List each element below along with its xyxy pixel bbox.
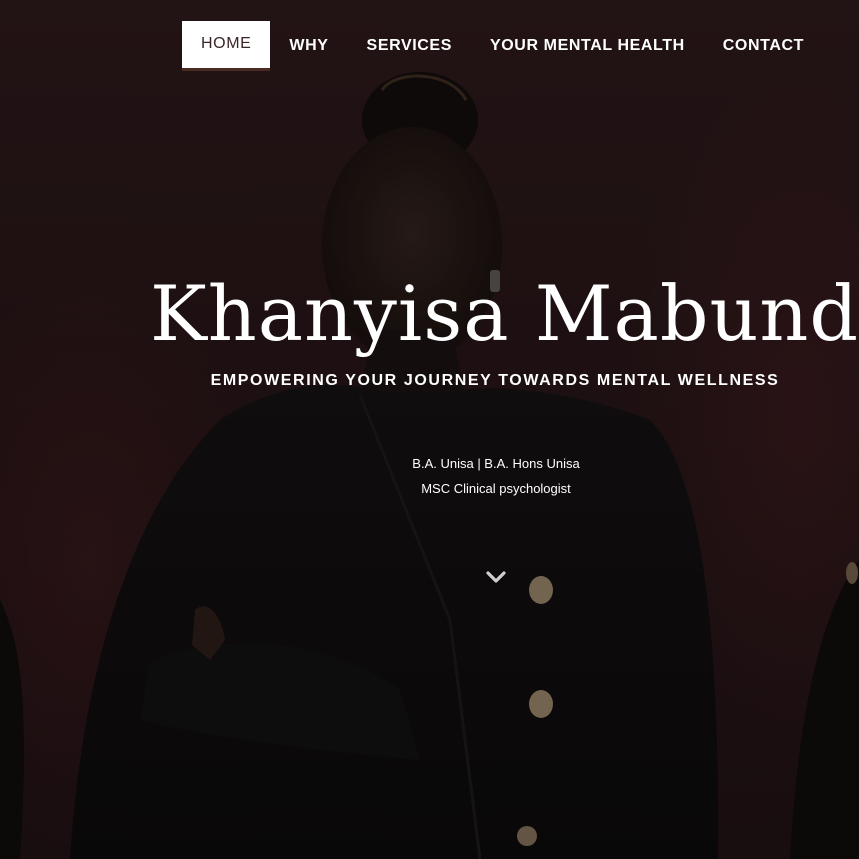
- hero-subtitle: EMPOWERING YOUR JOURNEY TOWARDS MENTAL W…: [210, 372, 780, 389]
- hero-title: Khanyisa Mabunda: [150, 269, 859, 358]
- credentials-degrees: B.A. Unisa | B.A. Hons Unisa: [412, 456, 580, 471]
- nav-item-your-mental-health[interactable]: YOUR MENTAL HEALTH: [471, 21, 704, 71]
- hero-overlay: [0, 0, 859, 859]
- chevron-down-icon[interactable]: [483, 566, 509, 588]
- credentials-title: MSC Clinical psychologist: [421, 481, 571, 496]
- main-nav: HOME WHY SERVICES YOUR MENTAL HEALTH CON…: [182, 21, 823, 71]
- credentials: B.A. Unisa | B.A. Hons Unisa MSC Clinica…: [396, 451, 596, 501]
- nav-item-contact[interactable]: CONTACT: [704, 21, 823, 71]
- nav-item-why[interactable]: WHY: [270, 21, 347, 71]
- nav-item-services[interactable]: SERVICES: [348, 21, 471, 71]
- nav-item-home[interactable]: HOME: [182, 21, 271, 71]
- page: HOME WHY SERVICES YOUR MENTAL HEALTH CON…: [0, 0, 859, 859]
